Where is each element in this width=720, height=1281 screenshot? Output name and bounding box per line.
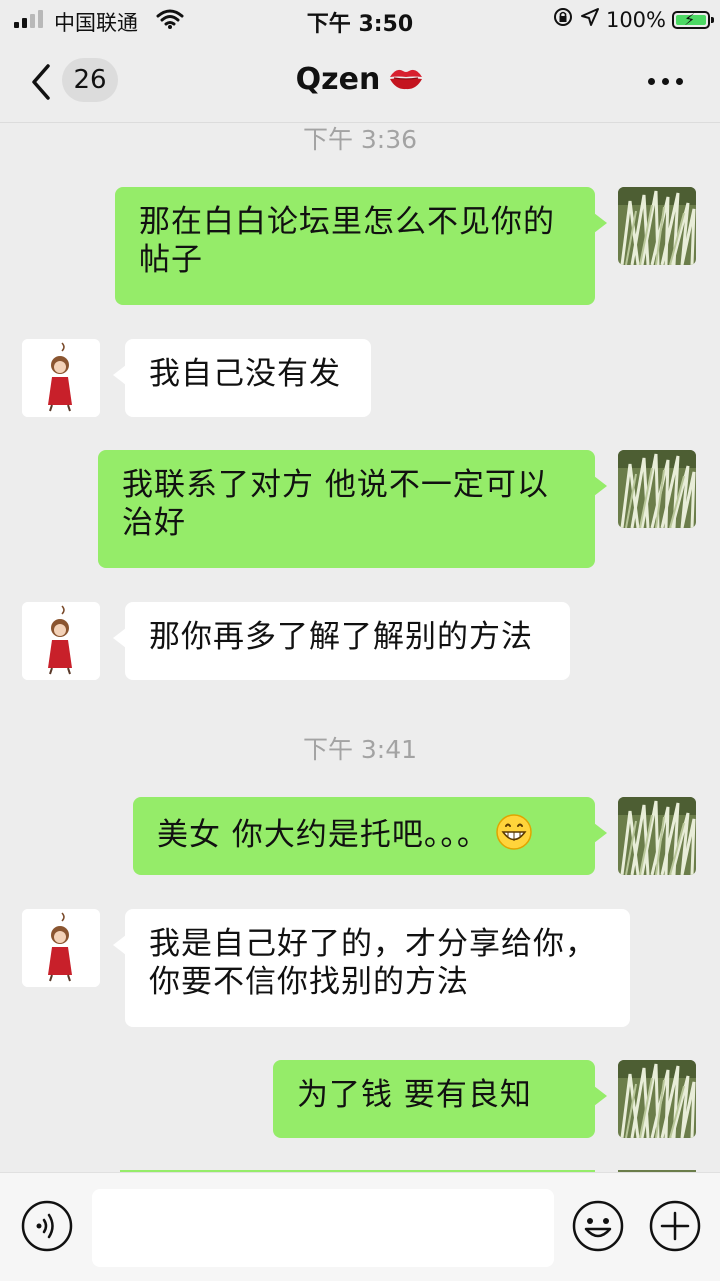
message-text-line: 美女 你大约是托吧。。。 <box>157 817 489 853</box>
message-text-line: 那在白白论坛里怎么不见你的 <box>139 204 555 240</box>
message-bubble-sent[interactable]: 我联系了对方 他说不一定可以 治好 <box>98 450 607 568</box>
contact-avatar[interactable] <box>22 909 100 987</box>
message-text-line: 治好 <box>122 505 186 541</box>
plus-icon <box>649 1200 701 1252</box>
more-functions-button[interactable] <box>648 1199 702 1257</box>
message-input[interactable] <box>92 1189 554 1267</box>
voice-icon <box>21 1200 73 1252</box>
message-text-line: 为了钱 要有良知 <box>297 1077 532 1113</box>
emoji-button[interactable] <box>571 1199 625 1257</box>
chat-title[interactable]: Qzen <box>0 62 720 99</box>
more-options-button[interactable] <box>648 74 684 88</box>
kiss-mark-icon <box>388 64 424 99</box>
emoji-icon <box>572 1200 624 1252</box>
message-bubble-received[interactable]: 我是自己好了的，才分享给你， 你要不信你找别的方法 <box>113 909 630 1027</box>
timestamp: 下午 3:41 <box>302 735 418 764</box>
my-avatar[interactable] <box>618 187 696 265</box>
location-icon <box>580 7 600 32</box>
timestamp: 下午 3:36 <box>302 125 418 154</box>
status-bar: 中国联通 下午 3:50 100% ⚡ <box>0 0 720 40</box>
message-text-line: 我是自己好了的，才分享给你， <box>149 926 597 962</box>
my-avatar[interactable] <box>618 1060 696 1138</box>
battery-percent: 100% <box>605 7 666 32</box>
message-text-line: 你要不信你找别的方法 <box>149 964 469 1000</box>
message-text-line: 我联系了对方 他说不一定可以 <box>122 467 549 503</box>
message-bubble-received[interactable]: 我自己没有发 <box>113 339 371 417</box>
grinning-face-icon <box>495 813 533 860</box>
voice-button[interactable] <box>20 1199 74 1257</box>
contact-name: Qzen <box>295 62 381 97</box>
message-bubble-sent[interactable]: 那在白白论坛里怎么不见你的 帖子 <box>115 187 607 305</box>
message-bubble-sent[interactable]: 为了钱 要有良知 <box>273 1060 607 1138</box>
message-bubble-sent[interactable]: 美女 你大约是托吧。。。 <box>133 797 607 875</box>
chat-header: 26 Qzen <box>0 40 720 123</box>
message-text-line: 那你再多了解了解别的方法 <box>149 619 533 655</box>
message-text-line: 帖子 <box>139 242 203 278</box>
my-avatar[interactable] <box>618 797 696 875</box>
orientation-lock-icon <box>552 6 574 33</box>
battery-icon: ⚡ <box>672 10 714 29</box>
input-bar <box>0 1172 720 1281</box>
my-avatar[interactable] <box>618 450 696 528</box>
message-text-line: 我自己没有发 <box>149 356 341 392</box>
message-bubble-received[interactable]: 那你再多了解了解别的方法 <box>113 602 570 680</box>
contact-avatar[interactable] <box>22 339 100 417</box>
contact-avatar[interactable] <box>22 602 100 680</box>
